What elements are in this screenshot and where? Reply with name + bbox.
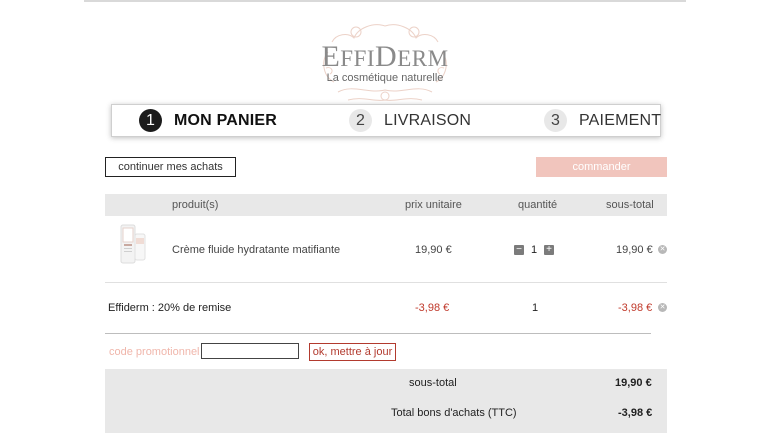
row-divider (105, 282, 667, 283)
subtotal-label: sous-total (409, 377, 457, 389)
table-row: Crème fluide hydratante matifiante 19,90… (105, 220, 667, 280)
step-payment[interactable]: 3 PAIEMENT (544, 105, 661, 136)
header-quantity: quantité (518, 199, 558, 211)
increase-quantity-button[interactable]: + (544, 245, 554, 255)
cart-totals: sous-total 19,90 € Total bons d'achats (… (105, 369, 667, 433)
step-label: LIVRAISON (384, 111, 472, 129)
row-divider (105, 333, 651, 334)
quantity-stepper: − 1 + (514, 244, 554, 256)
quantity-value: 1 (530, 244, 538, 256)
vouchers-label: Total bons d'achats (TTC) (391, 407, 517, 419)
brand-logo[interactable]: EFFIDERM La cosmétique naturelle (318, 22, 452, 104)
continue-shopping-button[interactable]: continuer mes achats (105, 157, 236, 177)
step-label: PAIEMENT (579, 111, 662, 129)
step-number: 3 (544, 109, 567, 132)
remove-discount-icon[interactable]: ✕ (658, 303, 667, 312)
discount-name: Effiderm : 20% de remise (108, 302, 232, 314)
discount-quantity: 1 (532, 302, 539, 314)
step-number: 2 (349, 109, 372, 132)
product-name[interactable]: Crème fluide hydratante matifiante (172, 244, 340, 256)
step-cart[interactable]: 1 MON PANIER (139, 105, 277, 136)
header-product: produit(s) (172, 199, 219, 211)
cart-table-header: produit(s) prix unitaire quantité sous-t… (105, 194, 667, 216)
brand-name: EFFIDERM (321, 40, 449, 73)
top-divider (84, 0, 686, 2)
remove-item-icon[interactable]: ✕ (658, 245, 667, 254)
step-label: MON PANIER (174, 111, 278, 129)
vouchers-value: -3,98 € (618, 407, 653, 419)
decrease-quantity-button[interactable]: − (514, 245, 524, 255)
promo-code-label: code promotionnel (109, 346, 200, 358)
table-row: Effiderm : 20% de remise -3,98 € 1 -3,98… (105, 300, 667, 318)
header-subtotal: sous-total (606, 199, 654, 211)
product-image[interactable] (108, 222, 150, 266)
order-button[interactable]: commander (536, 157, 667, 177)
product-unit-price: 19,90 € (415, 244, 452, 256)
apply-promo-button[interactable]: ok, mettre à jour (309, 343, 396, 361)
promo-code-input[interactable] (201, 343, 299, 359)
discount-subtotal: -3,98 € (618, 302, 653, 314)
step-delivery[interactable]: 2 LIVRAISON (349, 105, 471, 136)
discount-unit-price: -3,98 € (415, 302, 450, 314)
checkout-steps: 1 MON PANIER 2 LIVRAISON 3 PAIEMENT (111, 104, 661, 137)
subtotal-value: 19,90 € (615, 377, 652, 389)
header-unit-price: prix unitaire (405, 199, 462, 211)
step-number: 1 (139, 109, 162, 132)
product-subtotal: 19,90 € (616, 244, 653, 256)
brand-tagline: La cosmétique naturelle (326, 72, 444, 84)
